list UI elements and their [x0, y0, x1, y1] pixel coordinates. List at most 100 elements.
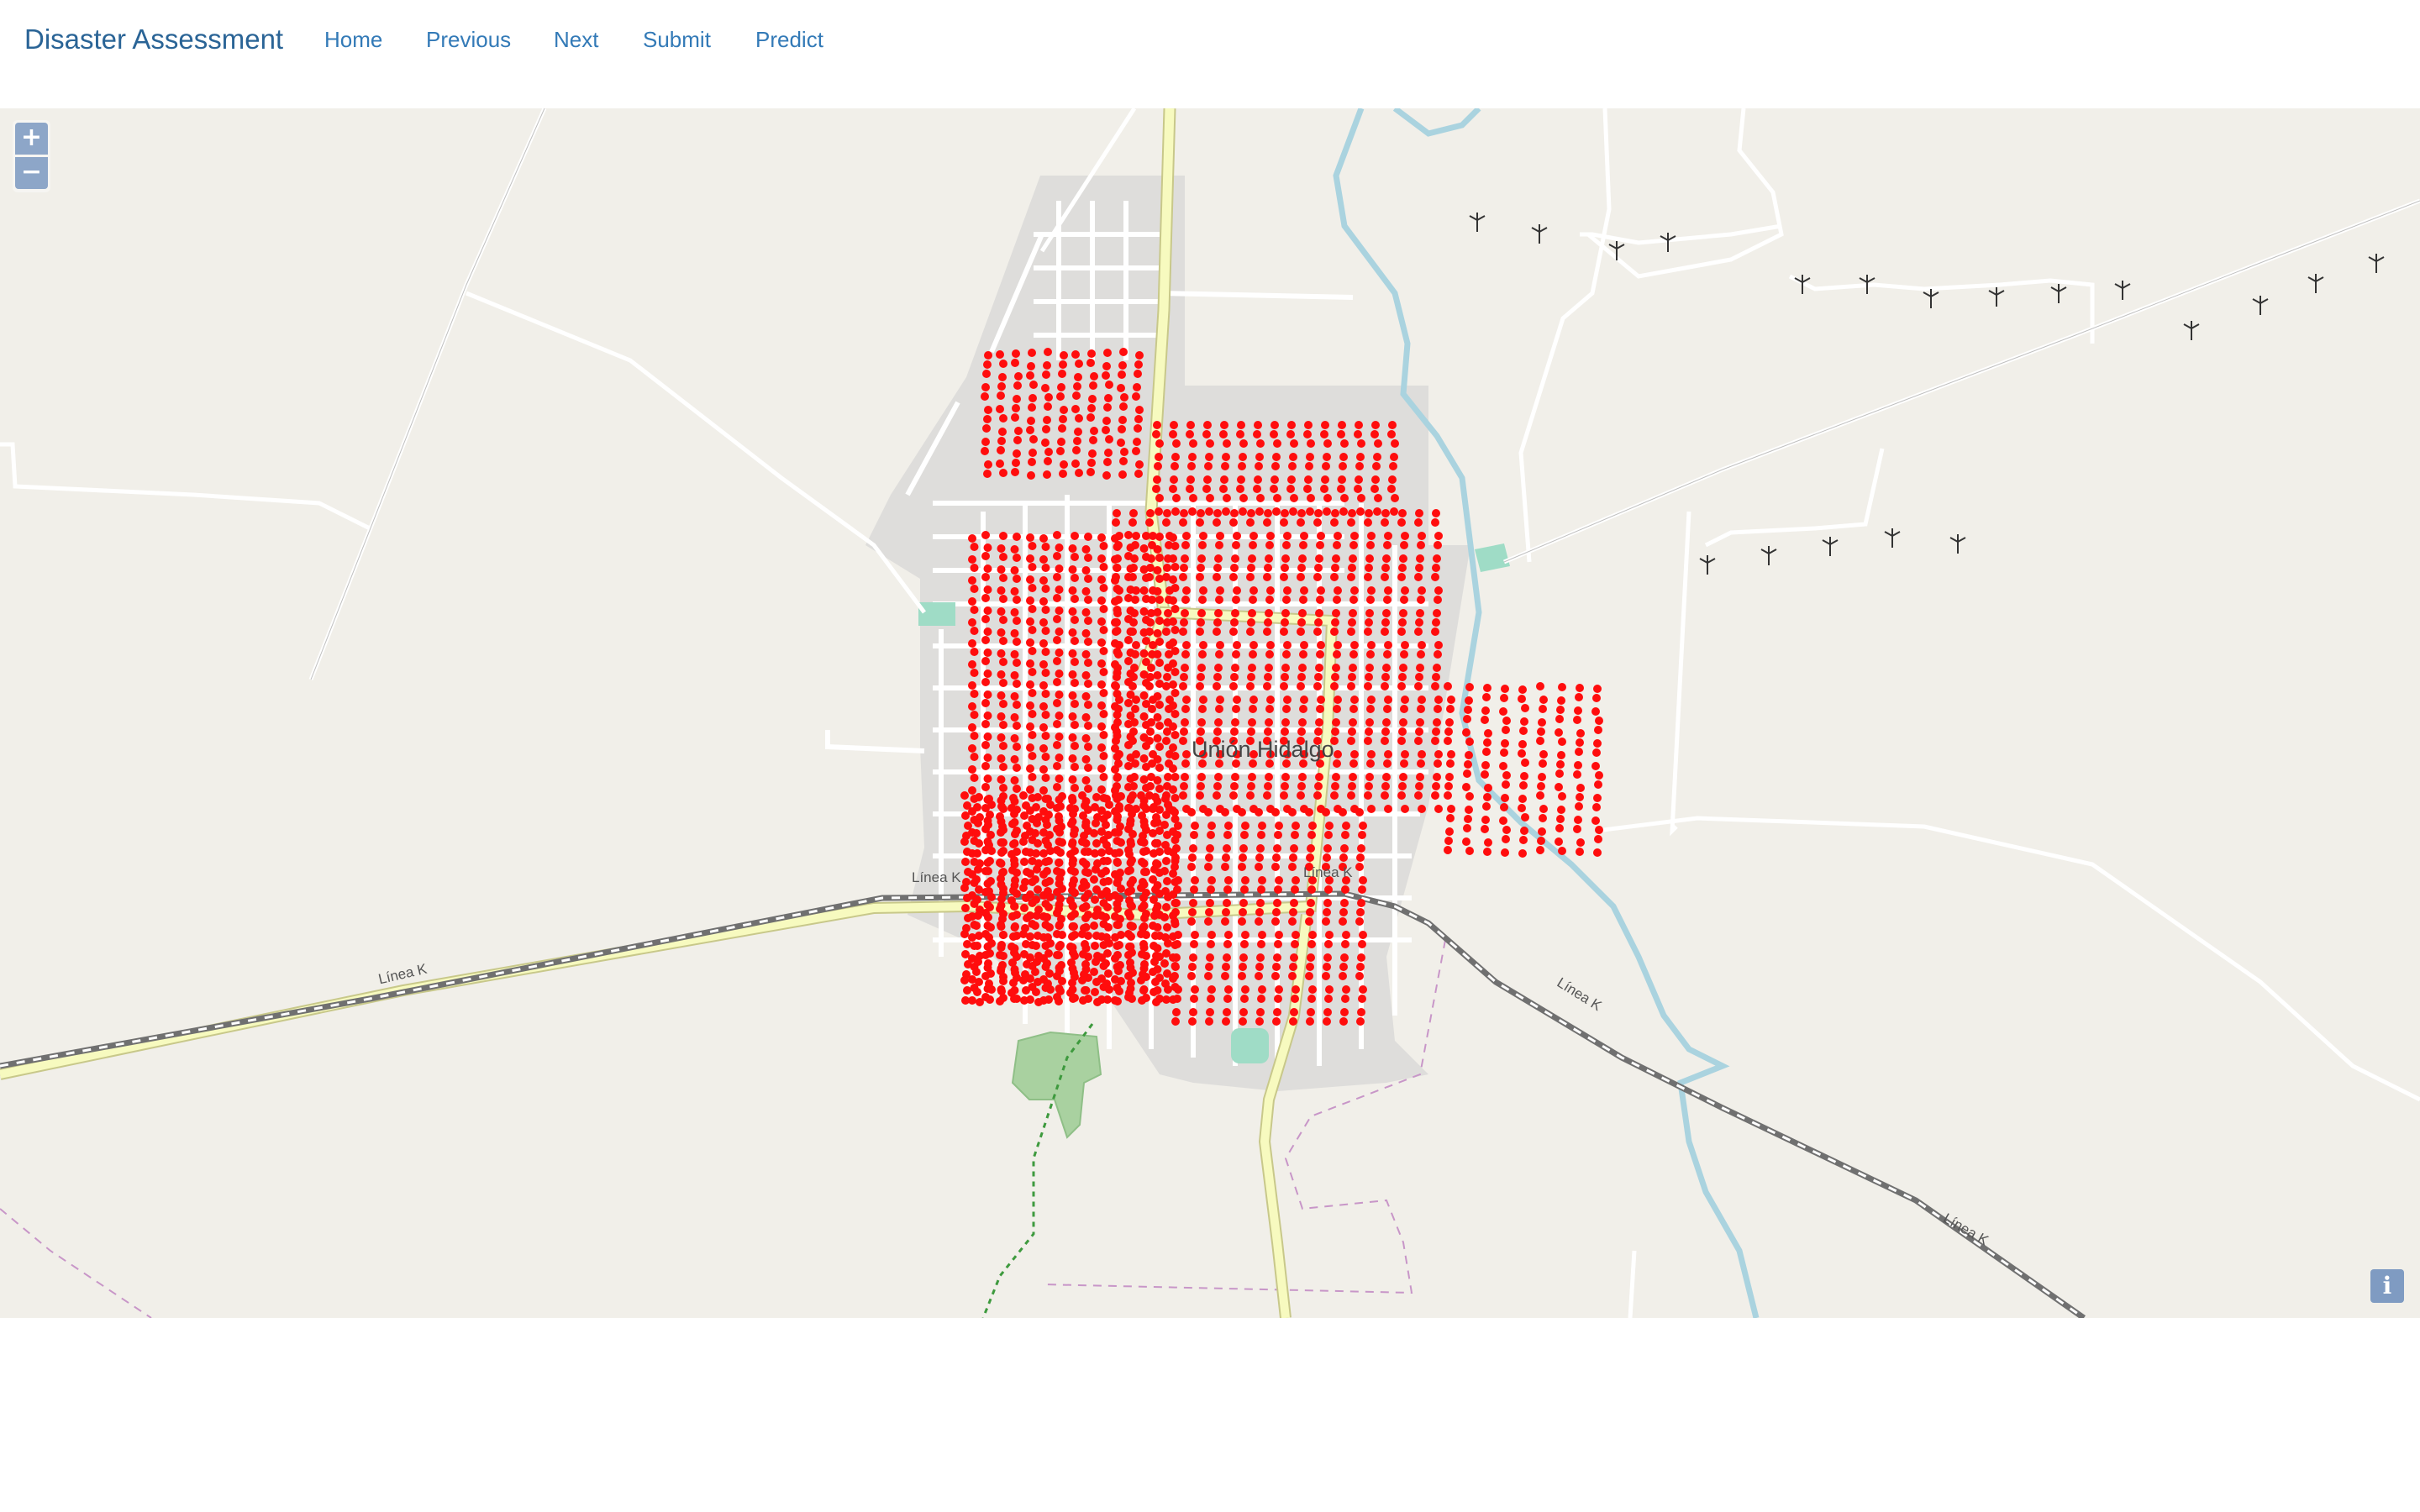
assessment-point	[1172, 439, 1181, 448]
assessment-point	[1138, 904, 1146, 912]
assessment-point	[960, 976, 969, 984]
assessment-point	[984, 821, 992, 829]
assessment-point	[1105, 435, 1113, 444]
assessment-point	[1501, 848, 1509, 857]
assessment-point	[1011, 876, 1019, 885]
assessment-point	[1555, 824, 1564, 832]
assessment-point	[1039, 660, 1048, 669]
assessment-point	[1092, 978, 1101, 986]
assessment-point	[1359, 822, 1367, 830]
assessment-point	[1058, 885, 1066, 893]
assessment-point	[1171, 794, 1180, 802]
assessment-point	[1053, 552, 1061, 560]
assessment-point	[1397, 737, 1406, 745]
assessment-point	[996, 858, 1004, 867]
assessment-point	[1084, 785, 1092, 793]
map-view[interactable]: Unión Hidalgo Línea K Línea K Línea K Lí…	[0, 108, 2420, 1318]
assessment-point	[1215, 650, 1223, 659]
assessment-point	[1113, 812, 1122, 821]
assessment-point	[1281, 564, 1289, 572]
map-canvas[interactable]	[0, 108, 2420, 1318]
assessment-point	[1290, 494, 1298, 502]
assessment-point	[1128, 573, 1137, 581]
assessment-point	[1164, 801, 1172, 809]
brand-link[interactable]: Disaster Assessment	[24, 24, 283, 55]
assessment-point	[1340, 844, 1349, 853]
assessment-point	[1221, 462, 1229, 470]
assessment-point	[1257, 885, 1265, 894]
assessment-point	[1315, 554, 1323, 563]
assessment-point	[1079, 996, 1087, 1005]
nav-predict[interactable]: Predict	[755, 27, 823, 53]
assessment-point	[1155, 596, 1164, 604]
assessment-point	[1381, 518, 1389, 527]
assessment-point	[1414, 791, 1423, 800]
assessment-point	[1197, 718, 1206, 727]
assessment-point	[974, 911, 982, 920]
nav-previous[interactable]: Previous	[426, 27, 511, 53]
assessment-point	[1171, 563, 1180, 571]
assessment-point	[1221, 972, 1229, 980]
assessment-point	[1418, 805, 1426, 813]
assessment-point	[1162, 627, 1171, 636]
assessment-point	[1521, 759, 1529, 767]
assessment-point	[1118, 470, 1127, 479]
assessment-point	[1323, 963, 1331, 971]
assessment-point	[1241, 876, 1249, 885]
assessment-point	[983, 669, 992, 678]
assessment-point	[1339, 507, 1348, 516]
assessment-point	[1308, 931, 1317, 939]
assessment-point	[1298, 609, 1307, 617]
assessment-point	[1032, 895, 1040, 904]
nav-home[interactable]: Home	[324, 27, 382, 53]
assessment-point	[1010, 734, 1019, 743]
assessment-point	[1127, 794, 1135, 802]
assessment-point	[1306, 507, 1314, 516]
assessment-point	[972, 829, 981, 837]
assessment-point	[986, 903, 994, 911]
assessment-point	[1320, 485, 1328, 493]
assessment-point	[1287, 421, 1296, 429]
assessment-point	[1239, 953, 1248, 962]
assessment-point	[1297, 509, 1306, 517]
assessment-point	[1044, 903, 1053, 911]
assessment-point	[1519, 781, 1528, 790]
assessment-point	[1090, 875, 1098, 884]
assessment-point	[1229, 682, 1238, 690]
assessment-point	[1113, 997, 1122, 1005]
assessment-point	[1365, 727, 1373, 736]
assessment-point	[1172, 899, 1181, 907]
assessment-point	[1415, 618, 1423, 627]
assessment-point	[1213, 509, 1222, 517]
assessment-point	[1174, 822, 1182, 830]
assessment-point	[1339, 462, 1347, 470]
assessment-point	[1397, 682, 1406, 690]
zoom-out-icon[interactable]: −	[15, 157, 48, 189]
info-icon[interactable]: i	[2370, 1269, 2404, 1303]
assessment-point	[1307, 439, 1315, 448]
assessment-point	[1415, 509, 1423, 517]
assessment-point	[1020, 996, 1028, 1005]
assessment-point	[1340, 439, 1349, 448]
nav-next[interactable]: Next	[554, 27, 598, 53]
assessment-point	[1086, 413, 1095, 422]
assessment-point	[1151, 885, 1160, 894]
assessment-point	[1139, 649, 1149, 658]
assessment-point	[1381, 737, 1389, 745]
assessment-point	[1134, 360, 1143, 369]
assessment-point	[1084, 722, 1092, 730]
assessment-point	[1370, 485, 1379, 493]
assessment-point	[973, 895, 981, 904]
assessment-point	[982, 370, 991, 378]
zoom-in-icon[interactable]: +	[15, 123, 48, 155]
assessment-point	[1128, 902, 1136, 911]
park	[1231, 1028, 1269, 1063]
assessment-point	[1068, 628, 1077, 637]
assessment-point	[1132, 641, 1140, 649]
assessment-point	[1014, 427, 1023, 435]
nav-submit[interactable]: Submit	[643, 27, 711, 53]
assessment-point	[983, 543, 992, 552]
assessment-point	[1230, 618, 1239, 627]
assessment-point	[1104, 831, 1113, 839]
assessment-point	[1365, 618, 1373, 627]
